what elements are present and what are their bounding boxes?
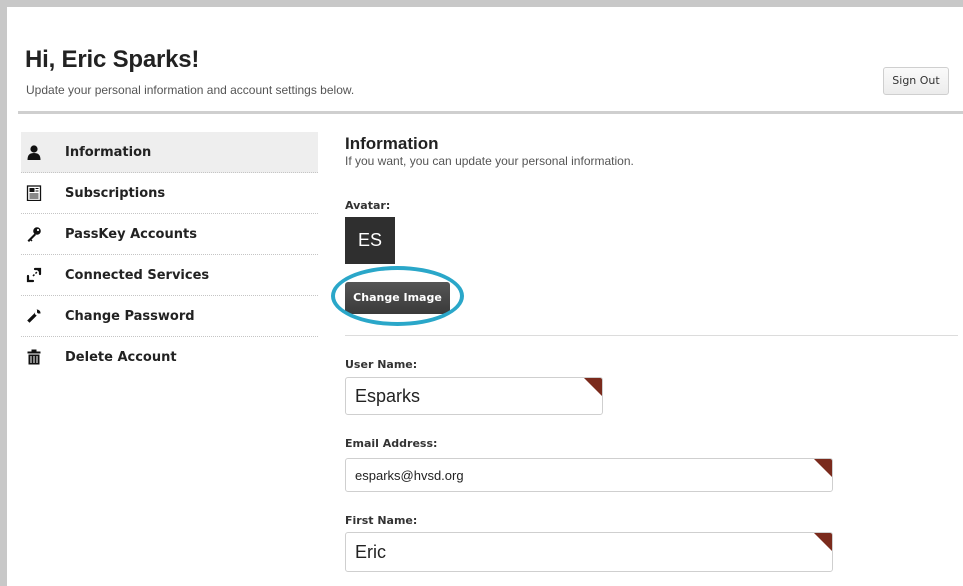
header-divider bbox=[18, 111, 963, 114]
avatar: ES bbox=[345, 217, 395, 264]
key-icon bbox=[27, 227, 41, 242]
section-title: Information bbox=[345, 134, 439, 153]
section-divider bbox=[345, 335, 958, 336]
sign-out-button[interactable]: Sign Out bbox=[883, 67, 949, 95]
section-subtitle: If you want, you can update your persona… bbox=[345, 154, 634, 168]
required-marker bbox=[814, 459, 832, 477]
required-marker bbox=[584, 378, 602, 396]
sidebar-nav: Information Subscriptions PassKey Accoun… bbox=[21, 132, 318, 378]
sidebar-item-information[interactable]: Information bbox=[21, 132, 318, 173]
person-icon bbox=[27, 145, 41, 160]
first-name-input[interactable]: Eric bbox=[345, 532, 833, 572]
username-input[interactable]: Esparks bbox=[345, 377, 603, 415]
highlight-annotation-ring bbox=[331, 266, 464, 326]
sidebar-item-label: Connected Services bbox=[65, 268, 210, 283]
link-icon bbox=[26, 267, 42, 283]
sidebar-item-subscriptions[interactable]: Subscriptions bbox=[21, 173, 318, 214]
page-title: Hi, Eric Sparks! bbox=[25, 46, 200, 73]
sidebar-item-label: Information bbox=[65, 145, 152, 160]
newspaper-icon bbox=[26, 185, 42, 201]
sidebar-item-label: PassKey Accounts bbox=[65, 227, 197, 242]
sidebar-item-delete-account[interactable]: Delete Account bbox=[21, 337, 318, 378]
email-label: Email Address: bbox=[345, 437, 438, 450]
required-marker bbox=[814, 533, 832, 551]
sidebar-item-passkey-accounts[interactable]: PassKey Accounts bbox=[21, 214, 318, 255]
trash-icon bbox=[27, 349, 41, 365]
avatar-label: Avatar: bbox=[345, 199, 391, 212]
sidebar-item-label: Subscriptions bbox=[65, 186, 166, 201]
email-input[interactable]: esparks@hvsd.org bbox=[345, 458, 833, 492]
first-name-value: Eric bbox=[355, 542, 386, 562]
sidebar-item-connected-services[interactable]: Connected Services bbox=[21, 255, 318, 296]
sidebar-item-change-password[interactable]: Change Password bbox=[21, 296, 318, 337]
username-value: Esparks bbox=[355, 386, 421, 406]
email-value: esparks@hvsd.org bbox=[355, 468, 464, 483]
wrench-icon bbox=[27, 309, 41, 323]
username-label: User Name: bbox=[345, 358, 418, 371]
sidebar-item-label: Change Password bbox=[65, 309, 195, 324]
page-subtitle: Update your personal information and acc… bbox=[26, 83, 355, 97]
sidebar-item-label: Delete Account bbox=[65, 350, 177, 365]
first-name-label: First Name: bbox=[345, 514, 418, 527]
